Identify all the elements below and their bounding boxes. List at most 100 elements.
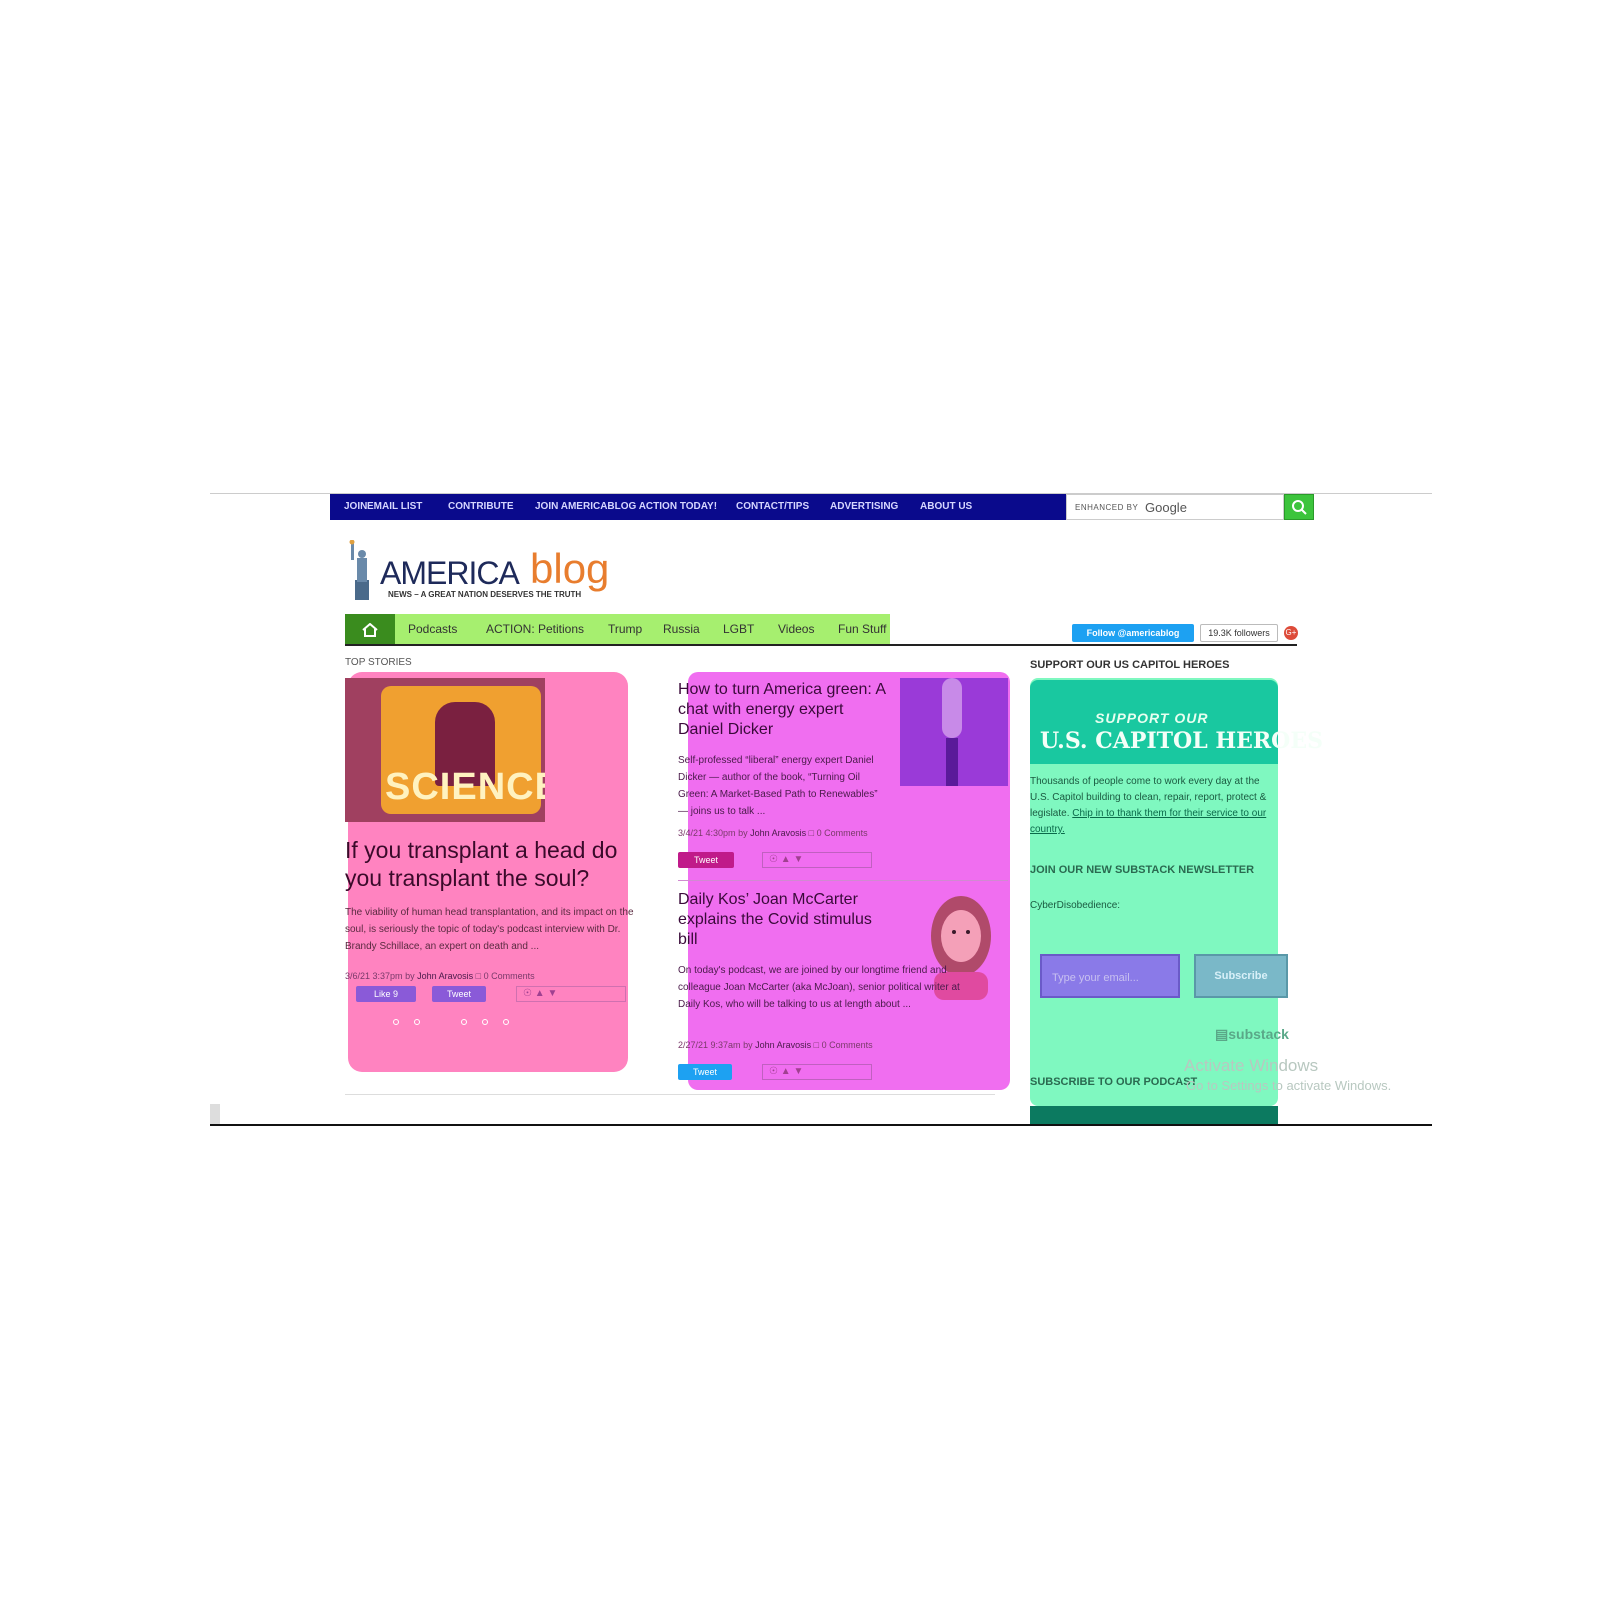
reddit-vote-widget[interactable]: ☉ ▲ ▼ — [762, 1064, 872, 1080]
menu-contribute[interactable]: CONTRIBUTE — [448, 501, 514, 512]
downvote-icon[interactable]: ▼ — [793, 854, 803, 865]
tweet-label: Tweet — [693, 855, 718, 865]
windows-activation-title: Activate Windows — [1184, 1056, 1319, 1075]
section-label: TOP STORIES — [345, 657, 412, 668]
substack-label: substack — [1228, 1026, 1289, 1042]
email-field[interactable]: Type your email... — [1040, 954, 1180, 998]
post-by: by — [743, 1040, 753, 1050]
nav-item-videos[interactable]: Videos — [778, 622, 814, 636]
podcast-subscribe-button[interactable] — [1030, 1106, 1278, 1124]
comment-icon: □ — [813, 1040, 820, 1050]
nav-item-fun-stuff[interactable]: Fun Stuff — [838, 622, 886, 636]
story-title[interactable]: How to turn America green: A chat with e… — [678, 680, 888, 740]
google-plus-icon[interactable]: G+ — [1284, 626, 1298, 640]
content-bottom-divider — [345, 1094, 995, 1095]
post-comments[interactable]: 0 Comments — [822, 1040, 873, 1050]
banner-small-text: SUPPORT OUR — [1095, 710, 1209, 726]
nav-underline — [345, 644, 1297, 646]
story-excerpt: On today's podcast, we are joined by our… — [678, 965, 960, 1010]
menu-contact-tips[interactable]: CONTACT/TIPS — [736, 501, 809, 512]
subscribe-button[interactable]: Subscribe — [1194, 954, 1288, 998]
reddit-vote-widget[interactable]: ☉ ▲ ▼ — [516, 986, 626, 1002]
lead-story-meta: 3/6/21 3:37pm by John Aravosis □ 0 Comme… — [345, 971, 535, 981]
nav-item-petitions[interactable]: ACTION: Petitions — [486, 622, 584, 636]
twitter-followers-count: 19.3K followers — [1200, 624, 1278, 642]
banner-big-text: U.S. CAPITOL HEROES — [1040, 728, 1323, 754]
upvote-icon[interactable]: ▲ — [781, 854, 791, 865]
substack-brand[interactable]: ▤substack — [1215, 1026, 1289, 1043]
post-date: 3/6/21 3:37pm — [345, 971, 403, 981]
search-enhanced-by: ENHANCED BY — [1075, 503, 1139, 512]
menu-join[interactable]: JOIN — [344, 501, 367, 512]
sidebar-heading-newsletter: JOIN OUR NEW SUBSTACK NEWSLETTER — [1030, 864, 1255, 876]
downvote-icon[interactable]: ▼ — [793, 1066, 803, 1077]
reddit-vote-widget[interactable]: ☉ ▲ ▼ — [762, 852, 872, 868]
comment-icon: □ — [475, 971, 482, 981]
story-excerpt: Self-professed “liberal” energy expert D… — [678, 755, 878, 817]
nav-item-trump[interactable]: Trump — [608, 622, 642, 636]
menu-join-action[interactable]: JOIN AMERICABLOG ACTION TODAY! — [535, 501, 717, 512]
top-menu-bar: JOIN EMAIL LIST CONTRIBUTE JOIN AMERICAB… — [330, 494, 1066, 520]
downvote-icon[interactable]: ▼ — [547, 988, 557, 999]
lead-story-excerpt: The viability of human head transplantat… — [345, 907, 634, 952]
post-by: by — [738, 828, 748, 838]
post-author[interactable]: John Aravosis — [417, 971, 473, 981]
menu-advertising[interactable]: ADVERTISING — [830, 501, 898, 512]
upvote-icon[interactable]: ▲ — [535, 988, 545, 999]
upvote-icon[interactable]: ▲ — [781, 1066, 791, 1077]
twitter-follow-label: Follow @americablog — [1086, 628, 1180, 638]
nav-item-russia[interactable]: Russia — [663, 622, 700, 636]
post-author[interactable]: John Aravosis — [750, 828, 806, 838]
support-text: Thousands of people come to work every d… — [1030, 774, 1280, 838]
reddit-icon: ☉ — [523, 988, 532, 999]
post-author[interactable]: John Aravosis — [755, 1040, 811, 1050]
reddit-icon: ☉ — [769, 1066, 778, 1077]
comment-icon: □ — [808, 828, 815, 838]
tweet-button[interactable]: Tweet — [678, 1064, 732, 1080]
decor-dot — [461, 1019, 467, 1025]
tweet-button[interactable]: Tweet — [678, 852, 734, 868]
post-comments[interactable]: 0 Comments — [484, 971, 535, 981]
image-caption-word: SCIENCE! — [385, 766, 545, 808]
menu-about-us[interactable]: ABOUT US — [920, 501, 972, 512]
story-divider — [678, 880, 1008, 881]
sidebar-heading-support: SUPPORT OUR US CAPITOL HEROES — [1030, 659, 1230, 671]
lead-story-image[interactable]: SCIENCE! — [345, 678, 545, 822]
facebook-like-button[interactable]: Like 9 — [356, 986, 416, 1002]
lead-story-title[interactable]: If you transplant a head do you transpla… — [345, 836, 655, 892]
like-label: Like 9 — [373, 989, 399, 999]
search-button[interactable] — [1284, 494, 1314, 520]
search-input[interactable]: ENHANCED BY Google — [1066, 494, 1284, 520]
nav-item-lgbt[interactable]: LGBT — [723, 622, 754, 636]
tweet-button[interactable]: Tweet — [432, 986, 486, 1002]
home-icon — [362, 622, 378, 638]
smoke-plume — [942, 678, 962, 738]
smokestack — [946, 738, 958, 786]
logo-america[interactable]: AMERICA — [380, 555, 520, 592]
logo-blog[interactable]: blog — [530, 545, 609, 593]
decor-dot — [482, 1019, 488, 1025]
story-meta: 3/4/21 4:30pm by John Aravosis □ 0 Comme… — [678, 828, 868, 838]
post-comments[interactable]: 0 Comments — [817, 828, 868, 838]
logo-tagline: NEWS – A GREAT NATION DESERVES THE TRUTH — [388, 590, 582, 599]
decor-dot — [414, 1019, 420, 1025]
page-bottom-border — [210, 1124, 1432, 1126]
post-date: 3/4/21 4:30pm — [678, 828, 736, 838]
decor-dot — [393, 1019, 399, 1025]
twitter-follow-button[interactable]: Follow @americablog — [1072, 624, 1194, 642]
windows-activation-subtitle: Go to Settings to activate Windows. — [1186, 1078, 1392, 1093]
tweet-label: Tweet — [692, 1067, 717, 1077]
nav-item-podcasts[interactable]: Podcasts — [408, 622, 457, 636]
scrollbar-nub[interactable] — [210, 1104, 220, 1124]
substack-icon: ▤ — [1215, 1026, 1229, 1042]
nav-home-button[interactable] — [345, 614, 395, 644]
tweet-label: Tweet — [446, 989, 471, 999]
menu-email-list[interactable]: EMAIL LIST — [367, 501, 422, 512]
search-icon — [1292, 500, 1307, 515]
decor-dot — [503, 1019, 509, 1025]
statue-of-liberty-icon — [349, 540, 369, 600]
story-image-smokestack[interactable] — [900, 678, 1008, 786]
post-by: by — [405, 971, 415, 981]
story-title[interactable]: Daily Kos’ Joan McCarter explains the Co… — [678, 890, 888, 950]
google-wordmark: Google — [1145, 500, 1187, 515]
